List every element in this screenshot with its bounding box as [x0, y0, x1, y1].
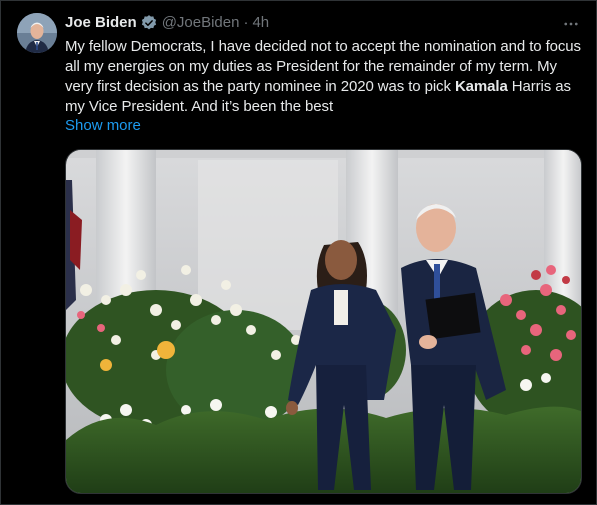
tweet-photo[interactable]: [65, 149, 582, 494]
avatar[interactable]: [17, 13, 57, 53]
more-options-icon[interactable]: [560, 13, 582, 35]
verified-badge-icon: [140, 14, 158, 32]
avatar-image: [17, 13, 57, 53]
show-more-link[interactable]: Show more: [65, 116, 141, 136]
author-handle[interactable]: @JoeBiden: [162, 13, 240, 33]
tweet-card[interactable]: Joe Biden @JoeBiden · 4h My fellow Democ…: [0, 0, 597, 505]
separator-dot: ·: [243, 14, 249, 31]
tweet-header: Joe Biden @JoeBiden · 4h: [65, 13, 580, 33]
photo-image: [66, 150, 581, 493]
tweet-text-bold: Kamala: [454, 78, 508, 95]
author-name[interactable]: Joe Biden: [65, 13, 137, 33]
timestamp[interactable]: 4h: [252, 13, 269, 33]
tweet-text: My fellow Democrats, I have decided not …: [65, 37, 585, 117]
